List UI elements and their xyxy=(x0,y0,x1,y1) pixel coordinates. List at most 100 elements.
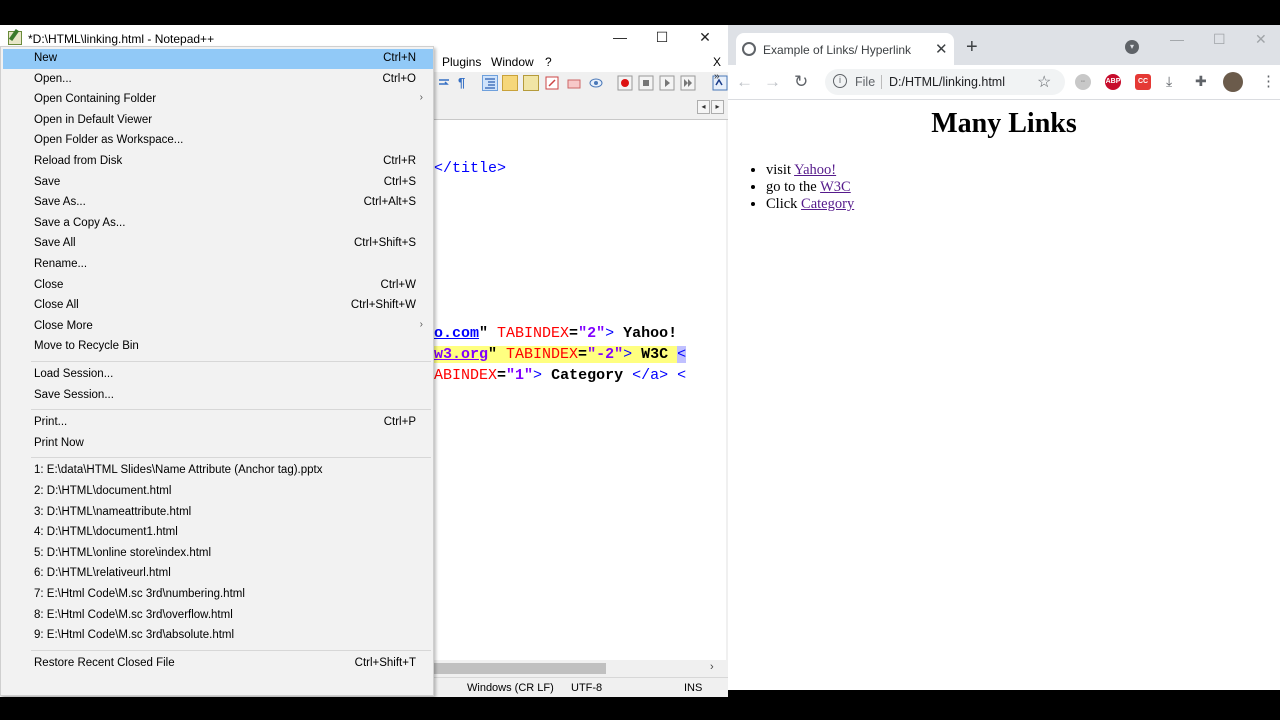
minimize-button[interactable]: — xyxy=(605,29,635,49)
wrap-icon[interactable] xyxy=(437,75,453,91)
tab-scroll-left-icon[interactable]: ◂ xyxy=(697,100,710,114)
menu-item-restore-recent-closed-file[interactable]: Restore Recent Closed File Ctrl+Shift+T xyxy=(3,654,433,674)
chrome-minimize-button[interactable]: — xyxy=(1170,31,1184,47)
w3c-link[interactable]: W3C xyxy=(820,179,851,195)
menu-help[interactable]: ? xyxy=(545,55,552,69)
menu-item-reload-from-disk[interactable]: Reload from Disk Ctrl+R xyxy=(3,152,433,172)
indent-guide-icon[interactable] xyxy=(482,75,498,91)
yahoo-link[interactable]: Yahoo! xyxy=(794,162,836,178)
function-list-icon[interactable] xyxy=(544,75,560,91)
back-arrow-icon[interactable]: ← xyxy=(736,72,753,92)
reload-icon[interactable]: ↻ xyxy=(794,72,808,92)
menu-item-7-e-html-code-m-sc-3rd-numbering-html[interactable]: 7: E:\Html Code\M.sc 3rd\numbering.html xyxy=(3,585,433,605)
code-token: </a> < xyxy=(632,367,687,384)
code-token: < xyxy=(677,346,687,363)
menu-item-save[interactable]: Save Ctrl+S xyxy=(3,173,433,193)
menu-item-save-all[interactable]: Save All Ctrl+Shift+S xyxy=(3,234,433,254)
list-item-text: Click xyxy=(766,196,802,212)
menu-item-label: Rename... xyxy=(34,258,88,270)
menu-item-2-d-html-document-html[interactable]: 2: D:\HTML\document.html xyxy=(3,482,433,502)
chrome-menu-icon[interactable]: ⋮ xyxy=(1261,72,1276,90)
menu-item-label: Save As... xyxy=(34,196,86,209)
document-map-icon[interactable] xyxy=(523,75,539,91)
tab-search-icon[interactable]: ▾ xyxy=(1125,40,1139,54)
menu-item-9-e-html-code-m-sc-3rd-absolute-html[interactable]: 9: E:\Html Code\M.sc 3rd\absolute.html xyxy=(3,626,433,646)
folder-workspace-icon[interactable] xyxy=(566,75,582,91)
menu-item-label: New xyxy=(34,52,58,64)
globe-icon xyxy=(742,42,756,56)
menu-item-save-as[interactable]: Save As... Ctrl+Alt+S xyxy=(3,193,433,213)
submenu-arrow-icon: › xyxy=(419,318,423,330)
play-macro-icon[interactable] xyxy=(659,75,675,91)
menu-item-open-in-default-viewer[interactable]: Open in Default Viewer xyxy=(3,111,433,131)
extension-icon[interactable]: ◦◦ xyxy=(1075,74,1091,90)
menu-item-label: 7: E:\Html Code\M.sc 3rd\numbering.html xyxy=(34,588,245,600)
download-icon[interactable]: ⤓ xyxy=(1166,73,1172,90)
scrollbar-thumb[interactable] xyxy=(434,663,606,674)
menu-item-move-to-recycle-bin[interactable]: Move to Recycle Bin xyxy=(3,337,433,357)
abp-icon[interactable]: ABP xyxy=(1105,74,1121,90)
menu-item-6-d-html-relativeurl-html[interactable]: 6: D:\HTML\relativeurl.html xyxy=(3,564,433,584)
monitoring-eye-icon[interactable] xyxy=(588,75,604,91)
menu-item-shortcut: Ctrl+P xyxy=(383,416,416,429)
list-item-text: go to the xyxy=(766,179,821,195)
close-button[interactable]: ✕ xyxy=(690,29,720,49)
menu-item-close-more[interactable]: Close More › xyxy=(3,317,433,337)
show-all-characters-icon[interactable]: ¶ xyxy=(458,75,474,91)
menu-item-8-e-html-code-m-sc-3rd-overflow-html[interactable]: 8: E:\Html Code\M.sc 3rd\overflow.html xyxy=(3,606,433,626)
chrome-close-button[interactable]: ✕ xyxy=(1255,31,1267,48)
menu-item-4-d-html-document1-html[interactable]: 4: D:\HTML\document1.html xyxy=(3,523,433,543)
record-macro-icon[interactable] xyxy=(617,75,633,91)
menu-item-open-folder-as-workspace[interactable]: Open Folder as Workspace... xyxy=(3,131,433,151)
forward-arrow-icon[interactable]: → xyxy=(764,72,781,92)
menu-item-load-session[interactable]: Load Session... xyxy=(3,365,433,385)
menu-item-rename[interactable]: Rename... xyxy=(3,255,433,275)
site-info-icon[interactable]: i xyxy=(833,74,847,88)
menu-plugins[interactable]: Plugins xyxy=(442,55,481,69)
run-macro-multiple-icon[interactable] xyxy=(680,75,696,91)
bookmark-star-icon[interactable]: ☆ xyxy=(1037,72,1051,92)
menu-item-save-a-copy-as[interactable]: Save a Copy As... xyxy=(3,214,433,234)
menu-item-1-e-data-html-slides-name-attribute-anch[interactable]: 1: E:\data\HTML Slides\Name Attribute (A… xyxy=(3,461,433,481)
scroll-right-icon[interactable]: › xyxy=(710,661,714,673)
menu-item-label: 6: D:\HTML\relativeurl.html xyxy=(34,567,171,580)
profile-avatar[interactable] xyxy=(1223,72,1243,92)
code-token: = xyxy=(497,367,507,384)
menu-item-open[interactable]: Open... Ctrl+O xyxy=(3,70,433,90)
links-list: visit Yahoo! go to the W3C Click Categor… xyxy=(766,162,854,213)
toolbar-overflow-icon[interactable]: » xyxy=(714,71,720,82)
maximize-button[interactable]: ☐ xyxy=(647,29,677,49)
horizontal-scrollbar[interactable]: › xyxy=(434,660,726,677)
menu-item-3-d-html-nameattribute-html[interactable]: 3: D:\HTML\nameattribute.html xyxy=(3,503,433,523)
close-document-button[interactable]: X xyxy=(713,55,721,69)
menu-separator xyxy=(31,457,431,459)
tab-scroll-right-icon[interactable]: ▸ xyxy=(711,100,724,114)
menu-item-5-d-html-online-store-index-html[interactable]: 5: D:\HTML\online store\index.html xyxy=(3,544,433,564)
menu-item-label: Print Now xyxy=(34,436,84,449)
menu-item-label: Close xyxy=(34,278,64,291)
menu-item-open-containing-folder[interactable]: Open Containing Folder › xyxy=(3,90,433,110)
stop-macro-icon[interactable] xyxy=(638,75,654,91)
menu-item-shortcut: Ctrl+Shift+T xyxy=(354,656,416,669)
menu-item-save-session[interactable]: Save Session... xyxy=(3,386,433,406)
menu-item-new[interactable]: New Ctrl+N xyxy=(3,49,433,69)
new-tab-button[interactable]: + xyxy=(966,36,978,59)
browser-tab[interactable]: Example of Links/ Hyperlink ✕ xyxy=(736,33,954,65)
menu-item-print[interactable]: Print... Ctrl+P xyxy=(3,413,433,433)
menu-item-close-all[interactable]: Close All Ctrl+Shift+W xyxy=(3,296,433,316)
url-text: D:/HTML/linking.html xyxy=(889,75,1005,89)
cc-icon[interactable]: CC xyxy=(1135,74,1151,90)
menu-item-label: 9: E:\Html Code\M.sc 3rd\absolute.html xyxy=(34,629,235,642)
code-editor[interactable]: </title> o.com" TABINDEX="2"> Yahoo! w3.or… xyxy=(434,120,726,660)
user-defined-language-icon[interactable] xyxy=(502,75,518,91)
menu-item-close[interactable]: Close Ctrl+W xyxy=(3,276,433,296)
extensions-puzzle-icon[interactable]: ✚ xyxy=(1195,73,1207,90)
menu-window[interactable]: Window xyxy=(491,55,534,69)
chrome-maximize-button[interactable]: ☐ xyxy=(1213,31,1226,48)
category-link[interactable]: Category xyxy=(801,196,854,212)
status-eol: Windows (CR LF) xyxy=(467,682,554,694)
menu-item-print-now[interactable]: Print Now xyxy=(3,434,433,454)
address-bar[interactable]: i File D:/HTML/linking.html xyxy=(825,69,1065,95)
list-item: go to the W3C xyxy=(766,179,854,196)
tab-close-icon[interactable]: ✕ xyxy=(935,40,948,58)
